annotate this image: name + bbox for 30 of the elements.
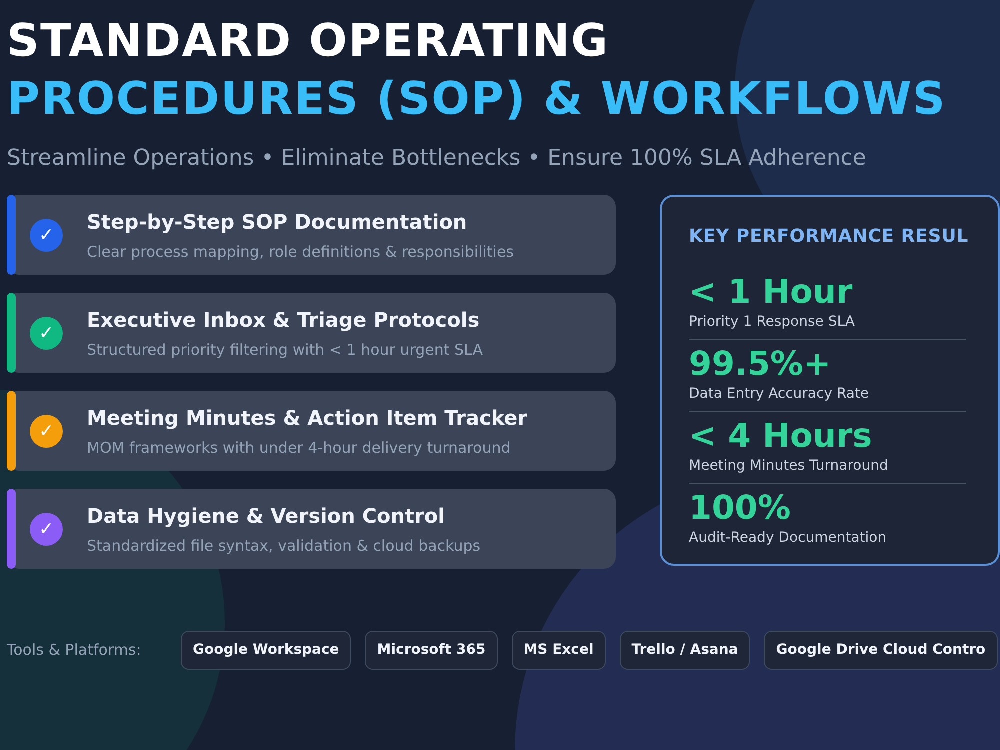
feature-description: Standardized file syntax, validation & cloud backups [87, 536, 481, 557]
feature-title: Step-by-Step SOP Documentation [87, 208, 468, 236]
check-icon: ✓ [30, 512, 63, 546]
metric-value: < 1 Hour [689, 272, 854, 312]
feature-description: Clear process mapping, role definitions & responsibilities [87, 242, 514, 263]
check-icon: ✓ [30, 218, 63, 252]
metric-value: < 4 Hours [689, 416, 874, 456]
headline: STANDARD OPERATING [7, 13, 610, 69]
panel-title: KEY PERFORMANCE RESUL [689, 225, 970, 249]
metric-label: Audit-Ready Documentation [689, 529, 888, 548]
tool-tag: Trello / Asana [620, 631, 750, 670]
metric-value: 99.5%+ [689, 344, 832, 384]
headline: PROCEDURES (SOP) & WORKFLOWS [7, 71, 948, 127]
feature-description: Structured priority filtering with < 1 hour urgent SLA [87, 340, 483, 361]
feature-title: Meeting Minutes & Action Item Tracker [87, 404, 528, 432]
tool-tag: Microsoft 365 [365, 631, 498, 670]
tool-tag: Google Workspace [181, 631, 352, 670]
tools-label: Tools & Platforms: [7, 640, 142, 662]
subtitle: Streamline Operations • Eliminate Bottlenecks • Ensure 100% SLA Adherence [7, 145, 868, 173]
metric-label: Data Entry Accuracy Rate [689, 385, 870, 404]
feature-title: Executive Inbox & Triage Protocols [87, 306, 481, 334]
metric-value: 100% [689, 488, 792, 528]
metric-label: Priority 1 Response SLA [689, 313, 856, 332]
tool-tag: Google Drive Cloud Contro [764, 631, 998, 670]
metric-label: Meeting Minutes Turnaround [689, 457, 890, 476]
feature-title: Data Hygiene & Version Control [87, 502, 446, 530]
check-icon: ✓ [30, 414, 63, 448]
check-icon: ✓ [30, 316, 63, 350]
tool-tag: MS Excel [512, 631, 606, 670]
feature-description: MOM frameworks with under 4-hour delivery turnaround [87, 438, 512, 459]
